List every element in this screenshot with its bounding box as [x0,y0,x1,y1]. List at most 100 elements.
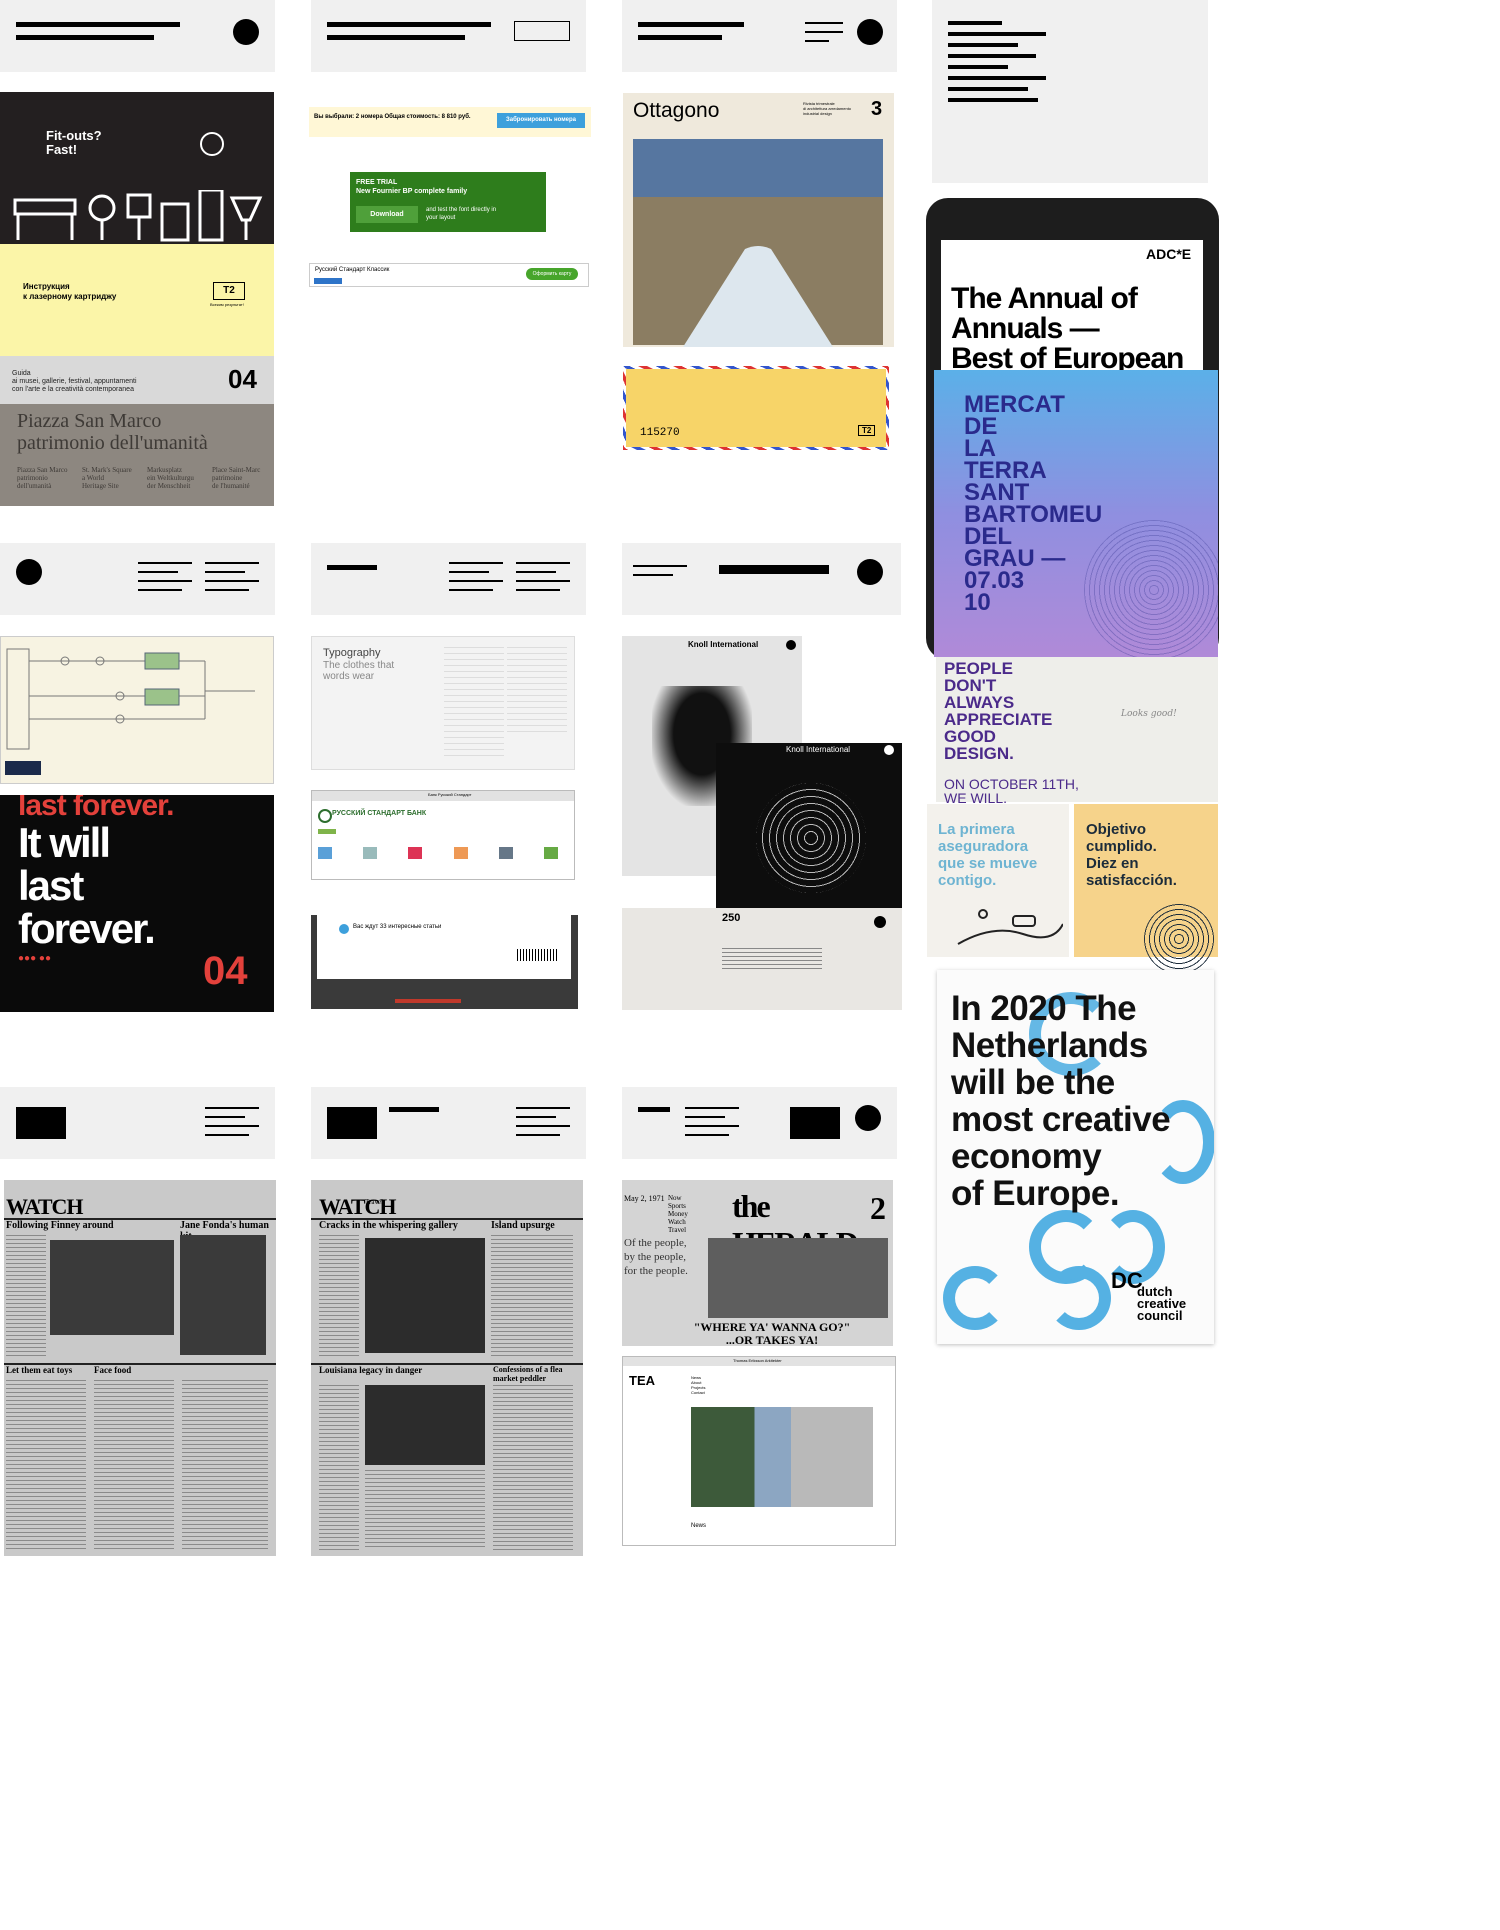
people-design-poster[interactable]: PEOPLE DON'T ALWAYS APPRECIATE GOOD DESI… [936,657,1218,805]
header-tile-5 [0,543,275,615]
article-globe-icon [339,924,349,934]
catalog-text [722,948,822,972]
text-column [94,1380,174,1550]
herald-newspaper[interactable]: May 2, 1971 Now Sports Money Watch Trave… [622,1180,893,1346]
tea-logo: TEA [629,1373,655,1388]
text-column [6,1235,46,1359]
dutch-creative-council-poster[interactable]: In 2020 The Netherlands will be the most… [937,970,1214,1344]
download-button[interactable]: Download [356,206,418,223]
text-column [491,1235,573,1359]
header-dot-icon [16,559,42,585]
people-script: Looks good! [1121,709,1177,719]
wire-chair-drawing [756,783,866,893]
knoll-logo-icon [884,745,894,755]
watch-headline: Cracks in the whispering gallery [319,1220,458,1231]
last-forever-poster[interactable]: last forever. It will last forever. ●●● … [0,795,274,1012]
process-diagram [6,648,255,750]
piazza-sign-photo: Piazza San Marco patrimonio dell'umanità… [0,404,274,506]
card-offer-row[interactable]: Русский Стандарт Классик Оформить карту [309,263,589,287]
header-tile-7 [622,543,901,615]
adc-screen[interactable]: ADC*E The Annual of Annuals — Best of Eu… [941,240,1203,370]
envelope-t2-logo: T2 [858,425,876,436]
header-subtitle-line [638,35,722,40]
t2-envelope[interactable]: 115270 T2 [623,366,889,450]
tea-website-screenshot[interactable]: Thomas Eriksson Arkitekter TEA News Abou… [622,1356,896,1546]
piazza-sign-title: Piazza San Marco patrimonio dell'umanità [17,410,208,454]
knoll-catalog-page[interactable]: 250 [622,908,902,1010]
ottagono-number: 3 [871,98,883,120]
insurance-ad-right[interactable]: Objetivo cumplido. Diez en satisfacción. [1074,804,1218,974]
knoll-title: Knoll International [786,745,851,754]
herald-quote: "WHERE YA' WANNA GO?" ...OR TAKES YA! [693,1320,851,1347]
header-title-line [719,565,829,574]
bank-logo-icon [318,809,332,823]
header-menu-icon [138,562,192,598]
t2-instruction-cover[interactable]: Инструкция к лазерному картриджу T2 Всек… [0,244,274,356]
knoll-poster-2[interactable]: Knoll International [716,743,902,908]
tea-nav[interactable]: News About Projects Contact [691,1375,705,1395]
card-tabs [314,278,342,284]
watch-section-tag: Travel [365,1198,384,1206]
piazza-sign-row: Piazza San Marco patrimonio dell'umanità… [17,466,267,490]
tea-card: Вас ждут 33 интересные статьи [317,915,571,979]
guida-cover[interactable]: Guida ai musei, gallerie, festival, appu… [0,356,274,404]
piazza-sign-cell: St. Mark's Square a World Heritage Site [82,466,132,490]
watch-headline: Louisiana legacy in danger [319,1365,423,1375]
typography-page[interactable]: Typography The clothes that words wear [311,636,575,770]
news-photo [180,1235,266,1355]
tea-photo [691,1407,873,1507]
header-subtitle-line [16,35,154,40]
mercat-circles [1084,520,1218,657]
diagram-footer-badge [5,761,41,775]
get-card-button[interactable]: Оформить карту [526,268,578,280]
browser-title: Thomas Eriksson Arkitekter [733,1358,782,1363]
header-tile-6 [311,543,586,615]
free-trial-banner[interactable]: FREE TRIAL New Fournier BP complete fami… [350,172,546,232]
tea-news-screenshot[interactable]: Вас ждут 33 интересные статьи [311,915,578,1009]
herald-side: Of the people, by the people, for the pe… [624,1237,688,1277]
book-rooms-button[interactable]: Забронировать номера [497,113,585,128]
text-column [365,1470,485,1550]
header-title-line [389,1107,439,1112]
header-tile-10 [622,1087,897,1159]
process-diagram-screenshot[interactable] [0,636,274,784]
knoll-title: Knoll International [688,640,759,649]
bank-website-screenshot[interactable]: Банк Русский Стандарт РУССКИЙ СТАНДАРТ Б… [311,790,575,880]
header-title-line [327,565,377,570]
watch-masthead: WATCH [6,1194,83,1219]
dutch-headline: In 2020 The Netherlands will be the most… [951,989,1171,1213]
people-headline: PEOPLE DON'T ALWAYS APPRECIATE GOOD DESI… [944,659,1053,763]
dc-brand: dutch creative council [1137,1284,1187,1323]
header-menu-icon [685,1107,739,1143]
header-menu-icon [516,562,570,598]
booking-banner[interactable]: Вы выбрали: 2 номера Общая стоимость: 8 … [309,107,591,137]
header-tile-4 [932,0,1208,183]
footer-red-bar [395,999,461,1003]
header-dot-icon [855,1105,881,1131]
fitouts-poster[interactable]: Fit-outs? Fast! [0,92,274,244]
watch-headline: Confessions of a flea market peddler [493,1365,563,1383]
header-tile-8 [0,1087,275,1159]
typography-columns [444,647,504,757]
t2-instruction-text: Инструкция к лазерному картриджу [23,282,117,301]
furniture-illustration [13,190,263,242]
bank-tab [318,829,336,834]
article-count: Вас ждут 33 интересные статьи [353,924,442,930]
text-column [319,1385,359,1550]
header-tile-1 [0,0,275,72]
mercat-poster[interactable]: MERCAT DE LA TERRA SANT BARTOMEU DEL GRA… [934,370,1218,657]
tea-news-label: News [691,1523,707,1529]
ottagono-cover[interactable]: Ottagono Rivista trimestrale di architet… [623,93,894,347]
last-forever-number: 04 [203,949,248,993]
watch-newspaper-2[interactable]: WATCH Travel Cracks in the whispering ga… [311,1180,583,1556]
watch-headline: Let them eat toys [6,1365,73,1375]
header-title-line [638,22,744,27]
watch-newspaper-1[interactable]: WATCH Following Finney around Jane Fonda… [4,1180,276,1556]
header-dot-icon [857,559,883,585]
card-title: Русский Стандарт Классик [315,267,390,273]
booking-summary: Вы выбрали: 2 номера Общая стоимость: 8 … [314,114,471,120]
ottagono-subtitle: Rivista trimestrale di architettura arre… [803,101,852,116]
insurance-ad-left[interactable]: La primera aseguradora que se mueve cont… [927,804,1069,957]
bank-icons-row [318,847,558,861]
header-title-line [16,22,180,27]
